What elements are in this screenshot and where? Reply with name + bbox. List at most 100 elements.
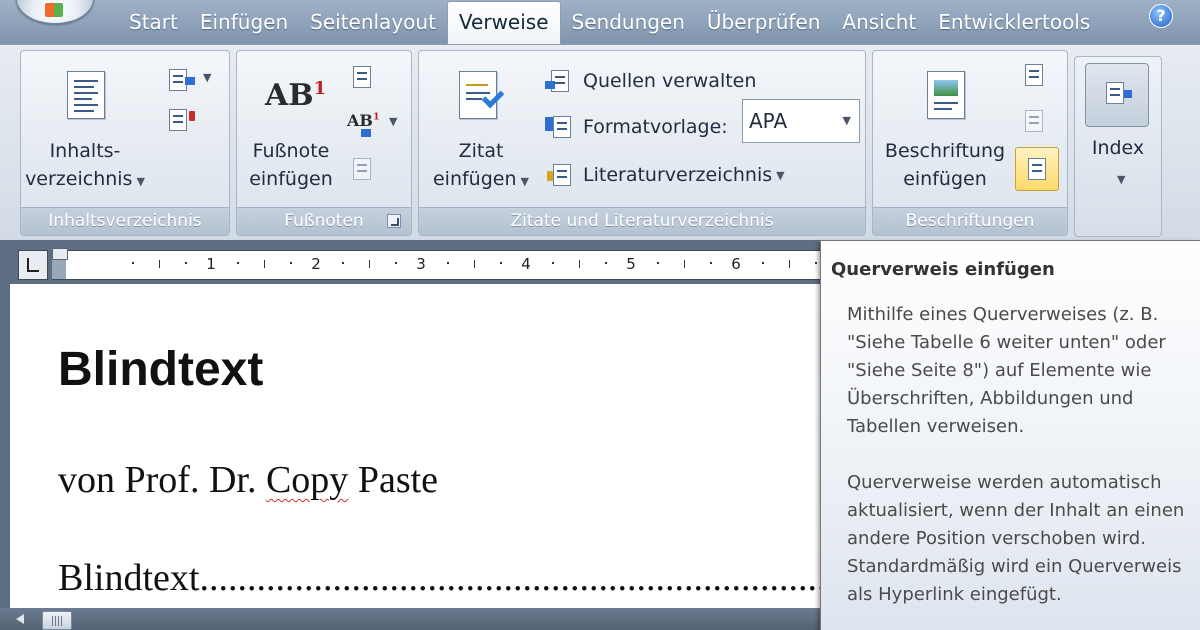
tab-start[interactable]: Start [118,0,189,44]
ruler-tick [657,262,660,264]
next-arrow-icon [361,129,371,137]
ruler-tick [158,260,160,268]
ruler-tick [132,262,135,264]
bibliography-button[interactable]: Literaturverzeichnis ▼ [545,159,785,191]
style-icon [545,113,575,141]
ruler-number: 3 [416,255,426,273]
document-page[interactable]: Blindtext von Prof. Dr. Copy Paste Blind… [10,284,822,608]
ruler-tick [552,262,555,264]
toc-entry: Blindtext...............................… [58,557,822,599]
ruler-tick [237,262,240,264]
next-footnote-button[interactable]: AB1 ▼ [345,109,403,139]
add-text-arrow-icon [185,77,195,85]
tab-seitenlayout[interactable]: Seitenlayout [299,0,447,44]
group-zitate: Zitat einfügen ▼ Quellen verwalten Format… [418,50,866,236]
chevron-down-icon: ▼ [520,175,529,188]
chevron-down-icon: ▼ [136,175,145,188]
index-icon [1106,82,1124,104]
insert-citation-button[interactable]: Zitat einfügen ▼ [423,65,539,196]
insert-caption-icon [927,71,965,119]
chevron-down-icon: ▼ [389,115,398,128]
tab-selector-icon[interactable] [18,250,48,280]
office-button[interactable] [16,0,94,24]
tab-einfuegen[interactable]: Einfügen [189,0,299,44]
ruler-tick [814,262,817,264]
tab-ueberpruefen[interactable]: Überprüfen [696,0,831,44]
ruler-tick [709,262,712,264]
toc-button-label-1: Inhalts- [49,140,121,162]
insert-endnote-button[interactable] [349,63,379,93]
scrollbar-thumb[interactable] [42,611,72,630]
citation-button-label-1: Zitat [458,140,504,162]
footnote-button-label-2: einfügen [249,168,333,190]
chevron-down-icon: ▼ [776,168,785,182]
bibliography-label: Literaturverzeichnis [583,164,773,186]
spelling-error-word: Copy [265,459,349,501]
manage-sources-label: Quellen verwalten [583,70,757,92]
office-logo-icon [45,3,63,17]
tab-sendungen[interactable]: Sendungen [561,0,696,44]
chevron-down-icon: ▼ [203,71,212,84]
insert-caption-button[interactable]: Beschriftung einfügen [877,65,1013,193]
group-fussnoten: AB1 Fußnote einfügen AB1 ▼ Fußnoten [236,50,412,236]
update-table-of-figures-button [1021,107,1051,137]
chevron-down-icon[interactable]: ▼ [843,100,851,142]
tooltip-title: Querverweis einfügen [831,259,1055,280]
index-group-button[interactable]: Index ▼ [1074,56,1162,237]
add-text-button[interactable]: ▼ [167,65,219,95]
ruler-tick [342,262,345,264]
ruler-tick [604,262,607,264]
group-label-zitate: Zitate und Literaturverzeichnis [419,207,865,235]
table-of-contents-button[interactable]: Inhalts- verzeichnis ▼ [25,65,145,196]
update-exclamation-icon [189,111,195,121]
dialog-launcher-icon[interactable] [387,214,401,228]
tab-entwicklertools[interactable]: Entwicklertools [927,0,1101,44]
insert-table-of-figures-button[interactable] [1021,61,1051,91]
ruler-tick [184,262,187,264]
help-icon[interactable]: ? [1149,4,1173,28]
table-of-contents-icon [67,71,105,119]
ruler-area: 1234567 [0,240,846,284]
cross-reference-button[interactable] [1015,147,1059,191]
ruler-tick [289,262,292,264]
next-footnote-icon: AB1 [347,111,380,130]
tooltip-paragraph-2: Querverweise werden automatisch aktualis… [847,472,1185,605]
ruler-tick [447,262,450,264]
insert-footnote-button[interactable]: AB1 Fußnote einfügen [241,65,341,193]
update-table-button[interactable] [167,105,207,135]
style-label: Formatvorlage: [583,116,728,138]
group-label-beschriftungen: Beschriftungen [873,207,1067,235]
citation-style-value: APA [749,109,788,133]
index-label: Index [1091,137,1145,159]
ruler-number: 6 [731,255,741,273]
cross-reference-tooltip: Querverweis einfügen Mithilfe eines Quer… [820,240,1200,630]
horizontal-ruler[interactable]: 1234567 [52,250,846,280]
horizontal-scrollbar[interactable] [0,608,822,630]
ribbon-tab-bar: Start Einfügen Seitenlayout Verweise Sen… [0,0,1200,44]
tab-ansicht[interactable]: Ansicht [831,0,927,44]
group-beschriftungen: Beschriftung einfügen Beschriftungen [872,50,1068,236]
ruler-tick [788,260,790,268]
endnote-icon [353,66,371,88]
manage-sources-button[interactable]: Quellen verwalten [545,65,756,97]
tooltip-body: Mithilfe eines Querverweises (z. B. "Sie… [847,301,1192,609]
update-table-icon [169,109,187,131]
manage-sources-icon [545,67,575,95]
indent-marker-icon[interactable] [52,248,68,260]
tab-verweise[interactable]: Verweise [446,1,561,44]
caption-button-label-1: Beschriftung [884,140,1006,162]
citation-style-select[interactable]: APA ▼ [742,99,860,143]
footnote-ab-icon: AB1 [265,78,327,113]
scroll-left-icon[interactable] [16,614,24,624]
show-notes-button [349,155,379,185]
index-plus-icon [1124,90,1132,98]
group-inhaltsverzeichnis: Inhalts- verzeichnis ▼ ▼ Inhaltsverzeichn… [20,50,230,236]
group-label-inhaltsverzeichnis: Inhaltsverzeichnis [21,207,229,235]
ribbon-tabs: Start Einfügen Seitenlayout Verweise Sen… [118,0,1101,44]
ruler-tick [762,262,765,264]
ruler-number: 4 [521,255,531,273]
tooltip-paragraph-1: Mithilfe eines Querverweises (z. B. "Sie… [847,304,1166,437]
ruler-tick [499,262,502,264]
index-icon-frame [1085,63,1149,127]
caption-button-label-2: einfügen [903,168,987,190]
